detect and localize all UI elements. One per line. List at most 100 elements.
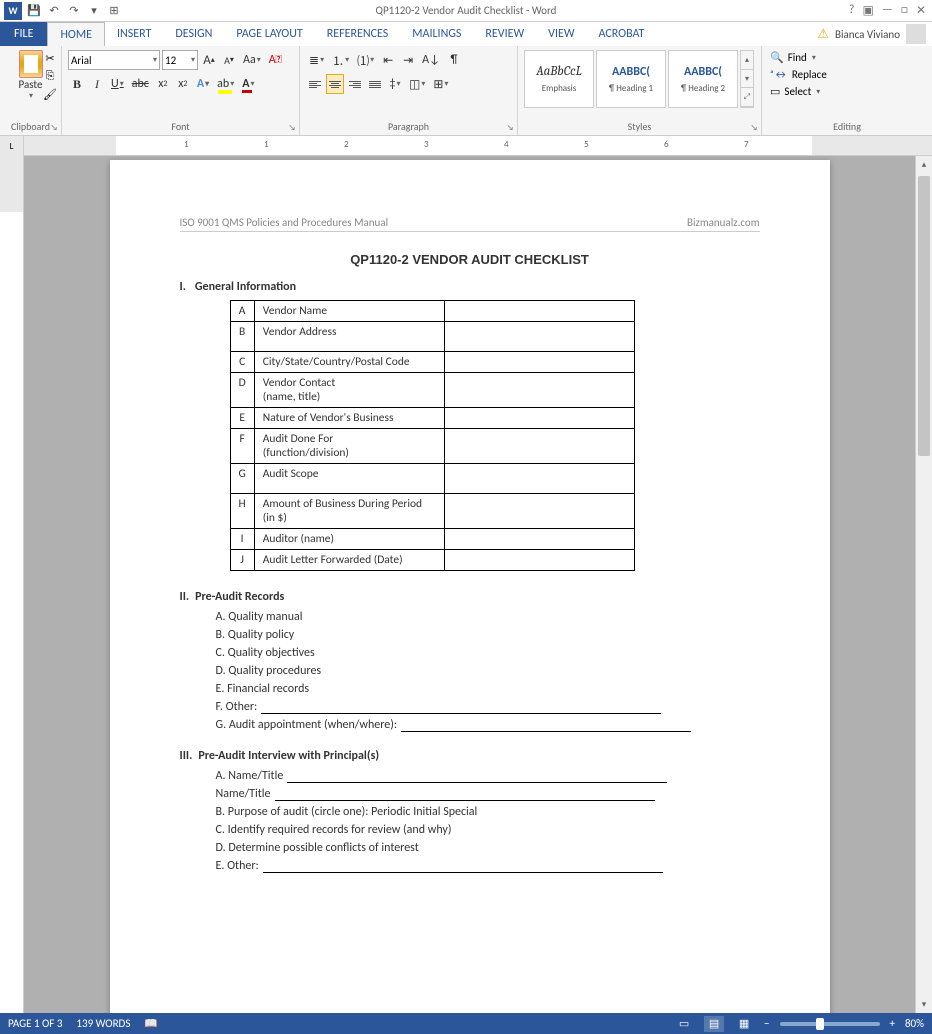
style-name: ¶ Heading 2: [681, 83, 725, 94]
replace-label: Replace: [792, 68, 827, 81]
styles-dialog-launcher-icon[interactable]: ↘: [749, 123, 759, 133]
styles-expand-icon[interactable]: ⤢: [741, 88, 753, 107]
style-sample: AABBC(: [612, 65, 650, 79]
help-icon[interactable]: ?: [849, 3, 855, 18]
scroll-down-icon[interactable]: ▾: [916, 996, 932, 1013]
zoom-in-icon[interactable]: +: [890, 1017, 895, 1030]
zoom-slider[interactable]: [780, 1022, 880, 1026]
strikethrough-button[interactable]: abc: [129, 74, 152, 94]
tab-insert[interactable]: INSERT: [105, 22, 163, 46]
borders-button[interactable]: ⊞▾: [430, 74, 451, 94]
qat-dropdown-icon[interactable]: ▾: [86, 3, 102, 19]
zoom-out-icon[interactable]: −: [764, 1017, 769, 1030]
replace-button[interactable]: ᵃ↔Replace: [768, 67, 926, 82]
row-value: [444, 301, 634, 322]
align-left-button[interactable]: [306, 74, 324, 94]
style-heading-2[interactable]: AABBC( ¶ Heading 2: [668, 50, 738, 108]
zoom-level[interactable]: 80%: [905, 1017, 924, 1030]
styles-scroll-down-icon[interactable]: ▾: [741, 70, 753, 89]
tab-file[interactable]: FILE: [0, 22, 47, 46]
bold-button[interactable]: B: [68, 74, 86, 94]
font-size-select[interactable]: 12▾: [162, 50, 198, 70]
numbering-button[interactable]: ⒈▾: [329, 50, 352, 70]
section-3-heading: III. Pre-Audit Interview with Principal(…: [180, 748, 760, 763]
line-spacing-button[interactable]: ‡▾: [386, 74, 404, 94]
clipboard-dialog-launcher-icon[interactable]: ↘: [49, 123, 59, 133]
minimize-icon[interactable]: —: [882, 3, 893, 18]
shrink-font-button[interactable]: A▾: [220, 50, 238, 70]
touch-mode-icon[interactable]: ⊞: [106, 3, 122, 19]
styles-scroll-up-icon[interactable]: ▴: [741, 51, 753, 70]
font-color-button[interactable]: A▾: [239, 74, 257, 94]
vertical-scrollbar[interactable]: ▴ ▾: [915, 156, 932, 1013]
style-name: ¶ Heading 1: [609, 83, 653, 94]
print-layout-icon[interactable]: ▤: [704, 1016, 724, 1032]
tab-review[interactable]: REVIEW: [473, 22, 536, 46]
copy-icon[interactable]: ⎘: [42, 68, 58, 84]
grow-font-button[interactable]: A▴: [200, 50, 218, 70]
sort-button[interactable]: A↓: [419, 50, 443, 70]
ribbon-display-icon[interactable]: ▣: [862, 3, 873, 18]
scroll-up-icon[interactable]: ▴: [916, 156, 932, 173]
row-value: [444, 529, 634, 550]
select-button[interactable]: ▭Select▾: [768, 84, 926, 99]
tab-acrobat[interactable]: ACROBAT: [587, 22, 657, 46]
tab-page-layout[interactable]: PAGE LAYOUT: [224, 22, 314, 46]
align-right-button[interactable]: [346, 74, 364, 94]
clear-formatting-button[interactable]: A⃠: [266, 50, 285, 70]
close-icon[interactable]: ✕: [916, 3, 926, 18]
align-center-button[interactable]: [326, 74, 344, 94]
find-button[interactable]: 🔍Find▾: [768, 50, 926, 65]
proofing-icon[interactable]: 📖: [144, 1017, 158, 1030]
multilevel-list-button[interactable]: ⑴▾: [354, 50, 377, 70]
general-info-table: AVendor NameBVendor AddressCCity/State/C…: [230, 300, 635, 571]
group-paragraph: ≣▾ ⒈▾ ⑴▾ ⇤ ⇥ A↓ ¶ ‡▾ ◫▾ ⊞▾ Paragraph ↘: [300, 46, 518, 135]
document-scroll-area[interactable]: ISO 9001 QMS Policies and Procedures Man…: [24, 156, 915, 1013]
maximize-icon[interactable]: □: [901, 3, 908, 18]
word-count[interactable]: 139 WORDS: [76, 1017, 130, 1030]
subscript-button[interactable]: x2: [154, 74, 172, 94]
read-mode-icon[interactable]: ▭: [674, 1016, 694, 1032]
web-layout-icon[interactable]: ▦: [734, 1016, 754, 1032]
editing-group-label: Editing: [768, 120, 926, 135]
change-case-button[interactable]: Aa▾: [240, 50, 264, 70]
style-heading-1[interactable]: AABBC( ¶ Heading 1: [596, 50, 666, 108]
decrease-indent-button[interactable]: ⇤: [379, 50, 397, 70]
redo-icon[interactable]: ↷: [66, 3, 82, 19]
fill-line: [261, 713, 661, 714]
shading-button[interactable]: ◫▾: [406, 74, 428, 94]
page-indicator[interactable]: PAGE 1 OF 3: [8, 1017, 62, 1030]
vertical-ruler[interactable]: [0, 156, 24, 1013]
increase-indent-button[interactable]: ⇥: [399, 50, 417, 70]
document-page[interactable]: ISO 9001 QMS Policies and Procedures Man…: [110, 160, 830, 1013]
superscript-button[interactable]: x2: [174, 74, 192, 94]
horizontal-ruler[interactable]: 1 1 2 3 4 5 6 7: [24, 136, 932, 156]
underline-button[interactable]: U▾: [108, 74, 127, 94]
user-name[interactable]: Bianca Viviano: [835, 28, 900, 41]
italic-button[interactable]: I: [88, 74, 106, 94]
tab-design[interactable]: DESIGN: [163, 22, 224, 46]
save-icon[interactable]: 💾: [26, 3, 42, 19]
zoom-slider-knob[interactable]: [816, 1018, 824, 1030]
tab-mailings[interactable]: MAILINGS: [400, 22, 473, 46]
list-item: G. Audit appointment (when/where):: [216, 718, 760, 732]
undo-icon[interactable]: ↶: [46, 3, 62, 19]
bullets-button[interactable]: ≣▾: [306, 50, 327, 70]
tab-home[interactable]: HOME: [47, 22, 105, 46]
tab-view[interactable]: VIEW: [536, 22, 586, 46]
avatar[interactable]: [906, 24, 926, 44]
cut-icon[interactable]: ✂: [42, 50, 58, 66]
show-marks-button[interactable]: ¶: [445, 50, 463, 70]
style-emphasis[interactable]: AaBbCcL Emphasis: [524, 50, 594, 108]
font-family-select[interactable]: Arial▾: [68, 50, 160, 70]
format-painter-icon[interactable]: 🖌: [42, 86, 58, 102]
highlight-button[interactable]: ab▾: [214, 74, 237, 94]
list-item: D. Quality procedures: [216, 664, 760, 678]
paragraph-dialog-launcher-icon[interactable]: ↘: [505, 123, 515, 133]
tab-references[interactable]: REFERENCES: [315, 22, 401, 46]
font-dialog-launcher-icon[interactable]: ↘: [287, 123, 297, 133]
justify-button[interactable]: [366, 74, 384, 94]
scrollbar-thumb[interactable]: [918, 176, 930, 456]
section-number: I.: [180, 280, 186, 294]
text-effects-button[interactable]: A▾: [194, 74, 212, 94]
